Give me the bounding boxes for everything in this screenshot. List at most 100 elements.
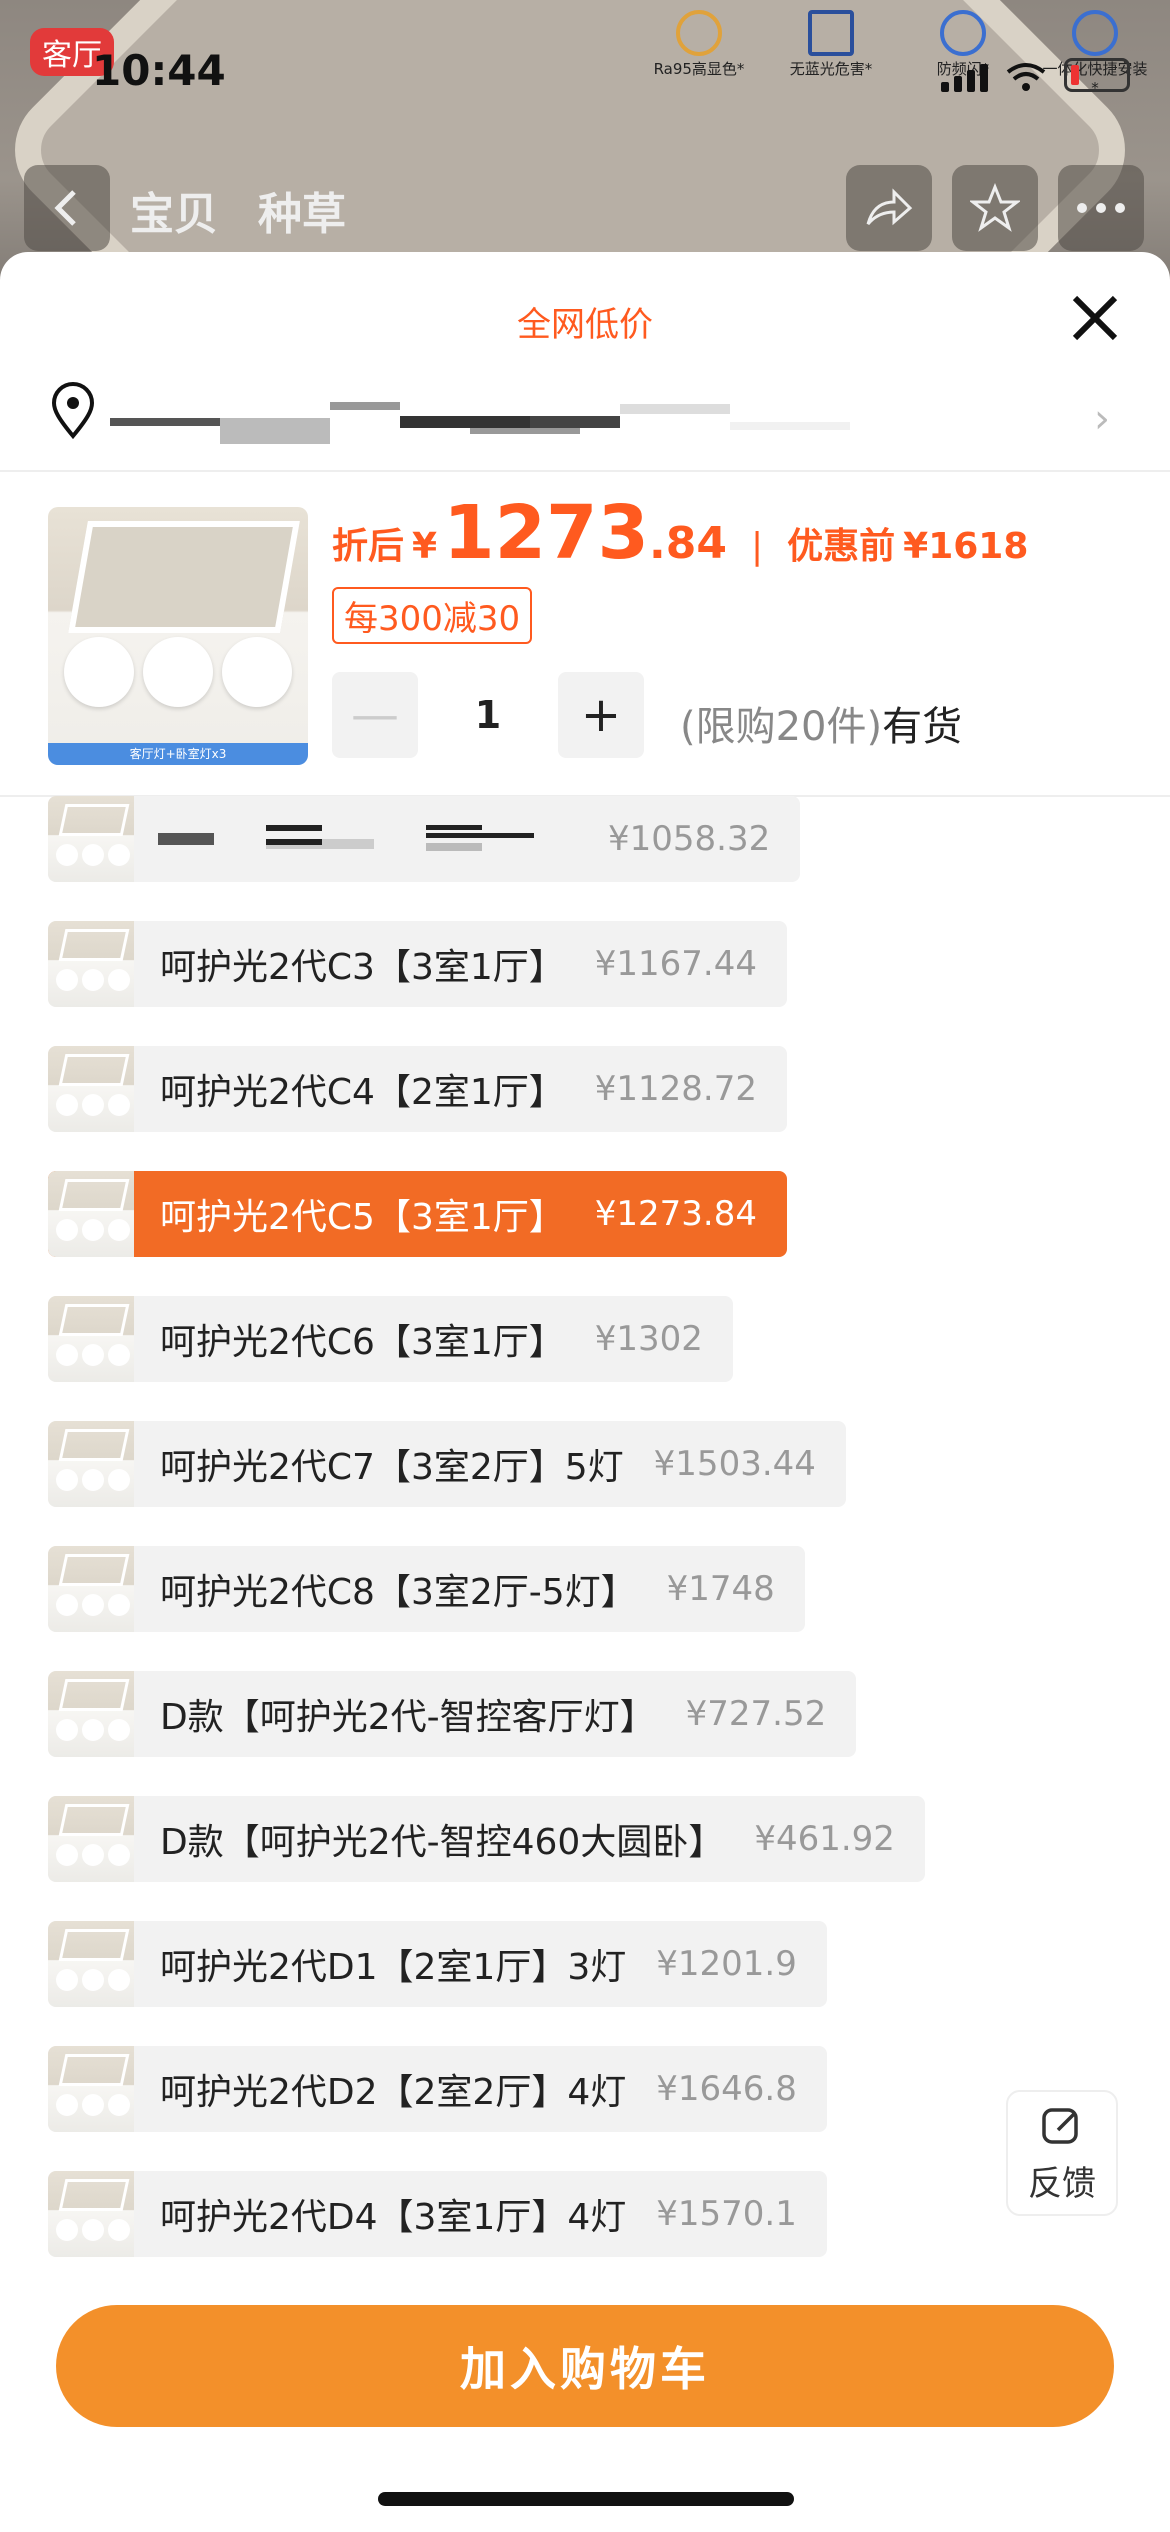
product-band-text: 客厅灯+卧室灯x3 bbox=[48, 743, 308, 765]
option-name: D款【呵护光2代-智控460大圆卧】 bbox=[160, 1822, 725, 1863]
blue-light-icon bbox=[808, 10, 854, 56]
sku-option[interactable]: 呵护光2代D4【3室1厅】4灯 ¥1570.1 bbox=[48, 2171, 827, 2257]
more-dots-icon bbox=[1077, 203, 1125, 213]
option-price: ¥1058.32 bbox=[608, 819, 771, 859]
quantity-stepper: — 1 + bbox=[332, 672, 644, 758]
purchase-limit: (限购20件) bbox=[680, 704, 883, 750]
edit-icon bbox=[1042, 2108, 1078, 2144]
option-thumbnail bbox=[48, 1921, 134, 2007]
option-name: 呵护光2代C5【3室1厅】 bbox=[160, 1197, 565, 1238]
price-decimal: .84 bbox=[649, 518, 727, 569]
option-price: ¥1302 bbox=[594, 1319, 703, 1359]
stock-status: 有货 bbox=[882, 704, 963, 750]
sku-option[interactable]: 呵护光2代D1【2室1厅】3灯 ¥1201.9 bbox=[48, 1921, 827, 2007]
star-icon bbox=[970, 183, 1020, 232]
option-price: ¥1128.72 bbox=[594, 1069, 757, 1109]
option-name: D款【呵护光2代-智控客厅灯】 bbox=[160, 1697, 656, 1738]
option-price: ¥1503.44 bbox=[653, 1444, 816, 1484]
option-name: 呵护光2代C3【3室1厅】 bbox=[160, 947, 565, 988]
option-price: ¥1167.44 bbox=[594, 944, 757, 984]
option-price: ¥1646.8 bbox=[656, 2069, 797, 2109]
option-name: 呵护光2代C7【3室2厅】5灯 bbox=[160, 1447, 624, 1488]
sku-bottom-sheet: 全网低价 › 客厅灯+卧室灯x3 折后 ¥ 1273 .84 | 优惠前 ¥16… bbox=[0, 252, 1170, 2532]
sku-option[interactable]: D款【呵护光2代-智控客厅灯】 ¥727.52 bbox=[48, 1671, 857, 1757]
sku-option[interactable]: 呵护光2代C3【3室1厅】 ¥1167.44 bbox=[48, 921, 787, 1007]
option-thumbnail bbox=[48, 1671, 134, 1757]
sheet-title: 全网低价 bbox=[517, 305, 653, 345]
option-name: 呵护光2代C8【3室2厅-5灯】 bbox=[160, 1572, 637, 1613]
sku-option[interactable]: 呵护光2代C7【3室2厅】5灯 ¥1503.44 bbox=[48, 1421, 846, 1507]
price-line: 折后 ¥ 1273 .84 | 优惠前 ¥1618 bbox=[332, 490, 1028, 576]
battery-icon bbox=[1064, 58, 1130, 92]
tab-zhongcao[interactable]: 种草 bbox=[258, 178, 346, 242]
option-name: 呵护光2代D1【2室1厅】3灯 bbox=[160, 1947, 627, 1988]
sku-option[interactable]: D款【呵护光2代-智控460大圆卧】 ¥461.92 bbox=[48, 1796, 925, 1882]
chevron-left-icon bbox=[54, 190, 76, 226]
nav-tabs: 宝贝 种草 bbox=[130, 178, 346, 242]
option-price: ¥1201.9 bbox=[656, 1944, 797, 1984]
home-indicator bbox=[378, 2492, 794, 2506]
status-icons bbox=[941, 58, 1130, 92]
divider bbox=[0, 470, 1170, 472]
close-icon[interactable] bbox=[1065, 288, 1125, 348]
share-icon bbox=[866, 188, 913, 226]
feedback-label: 反馈 bbox=[1028, 2164, 1096, 2204]
option-thumbnail bbox=[48, 2171, 134, 2257]
badge-item: Ra95高显色* bbox=[644, 10, 754, 97]
address-row[interactable]: › bbox=[50, 382, 1130, 462]
stock-info: (限购20件)有货 bbox=[680, 694, 962, 752]
status-time: 10:44 bbox=[92, 46, 226, 95]
eye-icon bbox=[940, 10, 986, 56]
signal-icon bbox=[941, 64, 988, 92]
wifi-icon bbox=[1006, 63, 1046, 91]
sku-option[interactable]: ¥1058.32 bbox=[48, 796, 801, 882]
option-thumbnail bbox=[48, 1046, 134, 1132]
share-button[interactable] bbox=[846, 165, 932, 251]
option-thumbnail bbox=[48, 1796, 134, 1882]
favorite-button[interactable] bbox=[952, 165, 1038, 251]
color-wheel-icon bbox=[676, 10, 722, 56]
sku-option[interactable]: 呵护光2代D2【2室2厅】4灯 ¥1646.8 bbox=[48, 2046, 827, 2132]
option-price: ¥1748 bbox=[666, 1569, 775, 1609]
feedback-button[interactable]: 反馈 bbox=[1006, 2090, 1118, 2216]
option-thumbnail bbox=[48, 1546, 134, 1632]
sku-option-selected[interactable]: 呵护光2代C5【3室1厅】 ¥1273.84 bbox=[48, 1171, 787, 1257]
quantity-value[interactable]: 1 bbox=[418, 693, 558, 737]
option-thumbnail bbox=[48, 1421, 134, 1507]
promo-tag: 每300减30 bbox=[332, 587, 533, 644]
sku-option[interactable]: 呵护光2代C8【3室2厅-5灯】 ¥1748 bbox=[48, 1546, 805, 1632]
increase-button[interactable]: + bbox=[558, 672, 644, 758]
location-pin-icon bbox=[51, 382, 95, 440]
add-to-cart-button[interactable]: 加入购物车 bbox=[56, 2305, 1114, 2427]
price-separator: | bbox=[751, 526, 764, 567]
back-button[interactable] bbox=[24, 165, 110, 251]
sku-option[interactable]: 呵护光2代C4【2室1厅】 ¥1128.72 bbox=[48, 1046, 787, 1132]
product-thumbnail[interactable]: 客厅灯+卧室灯x3 bbox=[48, 507, 308, 765]
more-button[interactable] bbox=[1058, 165, 1144, 251]
option-thumbnail bbox=[48, 2046, 134, 2132]
option-price: ¥1570.1 bbox=[656, 2194, 797, 2234]
option-thumbnail bbox=[48, 1171, 134, 1257]
chevron-right-icon: › bbox=[1094, 396, 1110, 442]
sku-option[interactable]: 呵护光2代C6【3室1厅】 ¥1302 bbox=[48, 1296, 733, 1382]
currency-symbol: ¥ bbox=[412, 526, 438, 567]
badge-item: 无蓝光危害* bbox=[776, 10, 886, 97]
option-name: 呵护光2代C6【3室1厅】 bbox=[160, 1322, 565, 1363]
before-discount-label: 优惠前 bbox=[787, 526, 896, 567]
option-name: 呵护光2代D2【2室2厅】4灯 bbox=[160, 2072, 627, 2113]
tab-baobei[interactable]: 宝贝 bbox=[130, 178, 218, 242]
option-name: 呵护光2代C4【2室1厅】 bbox=[160, 1072, 565, 1113]
option-name-redacted bbox=[158, 819, 578, 859]
option-price: ¥727.52 bbox=[685, 1694, 827, 1734]
option-thumbnail bbox=[48, 921, 134, 1007]
option-thumbnail bbox=[48, 796, 134, 882]
address-redacted bbox=[110, 402, 1050, 444]
after-discount-label: 折后 bbox=[332, 526, 405, 567]
option-price: ¥461.92 bbox=[754, 1819, 895, 1859]
decrease-button[interactable]: — bbox=[332, 672, 418, 758]
option-name: 呵护光2代D4【3室1厅】4灯 bbox=[160, 2197, 627, 2238]
option-thumbnail bbox=[48, 1296, 134, 1382]
install-icon bbox=[1072, 10, 1118, 56]
option-price: ¥1273.84 bbox=[594, 1194, 757, 1234]
price-integer: 1273 bbox=[443, 490, 650, 576]
